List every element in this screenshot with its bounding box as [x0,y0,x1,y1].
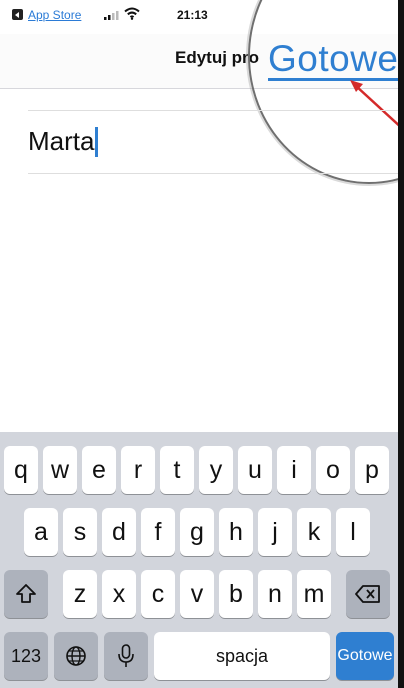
edge-bar [398,0,404,688]
key-v[interactable]: v [180,570,214,618]
globe-icon [66,646,86,666]
key-q[interactable]: q [4,446,38,494]
key-d[interactable]: d [102,508,136,556]
key-j[interactable]: j [258,508,292,556]
done-button[interactable]: Gotowe [268,38,399,80]
key-o[interactable]: o [316,446,350,494]
nav-bar: Edytuj pro Gotowe [0,34,404,89]
key-p[interactable]: p [355,446,389,494]
backspace-icon [355,585,380,603]
key-l[interactable]: l [336,508,370,556]
key-m[interactable]: m [297,570,331,618]
name-field-row [28,110,404,174]
key-s[interactable]: s [63,508,97,556]
microphone-icon [118,644,134,667]
key-y[interactable]: y [199,446,233,494]
key-f[interactable]: f [141,508,175,556]
status-bar: App Store 21:13 [0,0,404,34]
key-h[interactable]: h [219,508,253,556]
return-key[interactable]: Gotowe [336,632,394,680]
app-screen: App Store 21:13 Edytuj pro Gotowe q [0,0,404,688]
key-x[interactable]: x [102,570,136,618]
key-i[interactable]: i [277,446,311,494]
mic-key[interactable] [104,632,148,680]
back-to-app-store-link[interactable]: App Store [28,8,81,22]
key-e[interactable]: e [82,446,116,494]
key-a[interactable]: a [24,508,58,556]
key-c[interactable]: c [141,570,175,618]
numbers-key[interactable]: 123 [4,632,48,680]
status-time: 21:13 [177,8,208,22]
key-n[interactable]: n [258,570,292,618]
key-g[interactable]: g [180,508,214,556]
delete-key[interactable] [346,570,390,618]
key-r[interactable]: r [121,446,155,494]
key-w[interactable]: w [43,446,77,494]
shift-icon [16,584,36,603]
globe-key[interactable] [54,632,98,680]
space-key[interactable]: spacja [154,632,330,680]
key-b[interactable]: b [219,570,253,618]
key-z[interactable]: z [63,570,97,618]
app-store-back-icon[interactable] [12,9,23,20]
signal-icon [104,11,119,20]
page-title: Edytuj pro [175,48,260,67]
text-cursor [95,127,98,157]
keyboard: q w e r t y u i o p a s d f g h j k l z … [0,432,404,688]
key-t[interactable]: t [160,446,194,494]
wifi-icon [124,7,140,20]
name-input[interactable] [28,121,388,161]
shift-key[interactable] [4,570,48,618]
key-u[interactable]: u [238,446,272,494]
key-k[interactable]: k [297,508,331,556]
